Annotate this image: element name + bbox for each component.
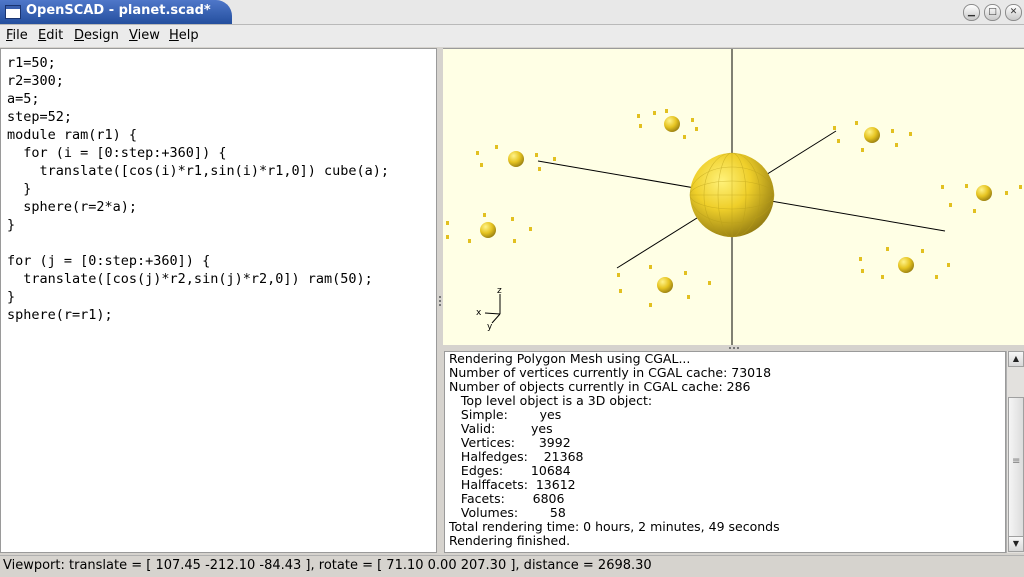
small-planet xyxy=(941,184,1022,213)
axis-label-y: y xyxy=(487,322,493,332)
small-planet xyxy=(446,213,532,243)
menu-edit-label: dit xyxy=(46,28,64,43)
title-bar: OpenSCAD - planet.scad* ▁ □ ✕ xyxy=(0,0,1024,25)
arrow-down-icon: ▼ xyxy=(1012,539,1020,548)
menu-help[interactable]: Help xyxy=(169,28,199,43)
minimize-button[interactable]: ▁ xyxy=(963,4,980,21)
menu-edit[interactable]: Edit xyxy=(38,28,63,43)
console-output[interactable]: Rendering Polygon Mesh using CGAL... Numb… xyxy=(444,351,1006,553)
console-line: Top level object is a 3D object: xyxy=(449,393,653,408)
3d-scene: z x y xyxy=(446,49,1022,346)
console-line: Number of vertices currently in CGAL cac… xyxy=(449,365,772,380)
axis-gizmo xyxy=(484,294,501,324)
maximize-icon: □ xyxy=(988,7,997,17)
window-title-tab[interactable]: OpenSCAD - planet.scad* xyxy=(0,0,232,24)
axis-label-z: z xyxy=(497,286,502,296)
arrow-up-icon: ▲ xyxy=(1012,354,1020,363)
minimize-icon: ▁ xyxy=(968,7,975,17)
console-line: Number of objects currently in CGAL cach… xyxy=(449,379,751,394)
splitter-grip-dot xyxy=(729,347,731,349)
maximize-button[interactable]: □ xyxy=(984,4,1001,21)
viewport-status: Viewport: translate = [ 107.45 -212.10 -… xyxy=(3,558,652,573)
small-planet xyxy=(637,109,698,139)
menu-help-label: elp xyxy=(178,28,199,43)
console-line: Simple: yes xyxy=(449,407,562,422)
window-icon[interactable] xyxy=(5,5,21,19)
code-editor[interactable]: r1=50; r2=300; a=5; step=52; module ram(… xyxy=(0,48,437,553)
code-text[interactable]: r1=50; r2=300; a=5; step=52; module ram(… xyxy=(7,54,389,324)
scroll-up-button[interactable]: ▲ xyxy=(1008,351,1024,367)
menu-file[interactable]: File xyxy=(6,28,28,43)
splitter-grip-dot xyxy=(737,347,739,349)
console-line: Facets: 6806 xyxy=(449,491,565,506)
status-bar: Viewport: translate = [ 107.45 -212.10 -… xyxy=(0,555,1024,577)
menu-bar: File Edit Design View Help xyxy=(0,25,1024,47)
window-title: OpenSCAD - planet.scad* xyxy=(26,3,211,18)
splitter-grip-dot xyxy=(439,304,441,306)
menu-design-mnemonic: D xyxy=(74,28,85,43)
console-line: Rendering Polygon Mesh using CGAL... xyxy=(449,351,691,366)
scroll-thumb[interactable] xyxy=(1008,397,1024,537)
menu-view-label: iew xyxy=(137,28,160,43)
console-line: Rendering finished. xyxy=(449,533,571,548)
menu-design[interactable]: Design xyxy=(74,28,119,43)
console-line: Valid: yes xyxy=(449,421,553,436)
close-icon: ✕ xyxy=(1009,7,1018,17)
menu-view-mnemonic: V xyxy=(129,28,138,43)
menu-view[interactable]: View xyxy=(129,28,160,43)
console-line: Halfedges: 21368 xyxy=(449,449,584,464)
scroll-down-button[interactable]: ▼ xyxy=(1008,536,1024,552)
console-line: Halffacets: 13612 xyxy=(449,477,576,492)
close-button[interactable]: ✕ xyxy=(1005,4,1022,21)
small-planet xyxy=(859,247,950,279)
3d-viewport[interactable]: z x y xyxy=(443,48,1024,346)
console-line: Volumes: 58 xyxy=(449,505,566,520)
small-planet xyxy=(476,145,556,171)
menu-edit-mnemonic: E xyxy=(38,28,47,43)
small-planet xyxy=(833,121,912,152)
console-line: Vertices: 3992 xyxy=(449,435,571,450)
console-scrollbar[interactable]: ▲ ▼ xyxy=(1006,351,1024,553)
console-line: Edges: 10684 xyxy=(449,463,571,478)
console-text: Rendering Polygon Mesh using CGAL... Numb… xyxy=(449,352,780,548)
splitter-grip-dot xyxy=(439,300,441,302)
small-planet xyxy=(617,265,711,307)
splitter-grip-dot xyxy=(733,347,735,349)
menu-design-label: esign xyxy=(84,28,119,43)
console-line: Total rendering time: 0 hours, 2 minutes… xyxy=(449,519,780,534)
axis-label-x: x xyxy=(476,308,482,318)
splitter-grip-dot xyxy=(439,296,441,298)
menu-help-mnemonic: H xyxy=(169,28,179,43)
menu-file-label: ile xyxy=(12,28,28,43)
